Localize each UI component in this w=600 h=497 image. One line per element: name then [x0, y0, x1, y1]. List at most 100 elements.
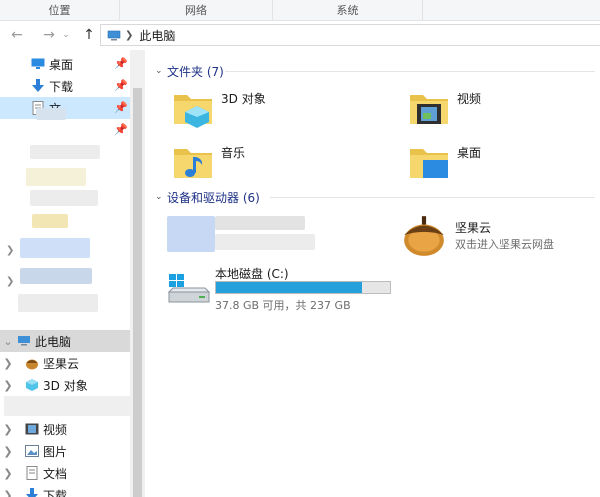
section-divider [270, 197, 595, 198]
folder-3d-objects[interactable]: 3D 对象 [171, 86, 266, 130]
recent-locations-button[interactable]: ⌄ [60, 24, 72, 46]
drive-c-label: 本地磁盘 (C:) [215, 267, 289, 281]
back-button[interactable]: ← [6, 24, 28, 46]
nav-item-downloads[interactable]: 下载 📌 [0, 75, 130, 97]
arrow-left-icon: ← [11, 27, 23, 43]
nav-item-nutstore[interactable]: ❯ 坚果云 [0, 352, 130, 374]
nav-item-3d-objects[interactable]: ❯ 3D 对象 [0, 374, 130, 396]
arrow-right-icon: → [43, 27, 55, 43]
3d-objects-icon [24, 377, 40, 393]
nav-item-downloads-pc[interactable]: ❯ 下载 [0, 484, 130, 497]
blurred-content [30, 190, 98, 206]
nav-item-label: 下载 [49, 79, 74, 94]
content-area: ⌄ 文件夹 (7) 3D 对象 视频 音乐 桌面 ⌄ 设备和驱动器 (6) 坚果… [145, 50, 600, 497]
nav-item-pictures[interactable]: ❯ 图片 [0, 440, 130, 462]
nav-item-label: 下载 [43, 488, 68, 497]
nav-item-label: 3D 对象 [43, 378, 88, 393]
ribbon-group-location: 位置 [0, 0, 120, 21]
blurred-content [20, 238, 90, 258]
3d-objects-folder-icon [174, 95, 212, 128]
nutstore-subtitle: 双击进入坚果云网盘 [455, 237, 554, 251]
folders-section-header[interactable]: ⌄ 文件夹 (7) [155, 62, 224, 80]
chevron-right-icon: ❯ [3, 356, 13, 370]
chevron-right-icon: ❯ [3, 466, 13, 480]
download-icon [30, 78, 46, 94]
folder-label: 3D 对象 [221, 91, 266, 106]
computer-icon [107, 30, 121, 40]
nav-item-label: 坚果云 [43, 356, 80, 371]
nutstore-drive[interactable]: 坚果云 双击进入坚果云网盘 [401, 212, 554, 258]
nutstore-icon [24, 355, 40, 371]
folder-music[interactable]: 音乐 [171, 140, 245, 184]
forward-button[interactable]: → [38, 24, 60, 46]
music-folder-icon [174, 149, 212, 178]
scrollbar-thumb[interactable] [133, 88, 142, 497]
section-divider [225, 71, 595, 72]
pictures-icon [24, 443, 40, 459]
folder-videos[interactable]: 视频 [407, 86, 481, 130]
devices-section-title: 设备和驱动器 (6) [167, 190, 260, 205]
desktop-folder-icon [410, 149, 448, 178]
breadcrumb-this-pc[interactable]: 此电脑 [139, 27, 175, 44]
blurred-device-icon [167, 216, 215, 252]
blurred-content [215, 234, 315, 250]
documents-icon [24, 465, 40, 481]
folder-desktop[interactable]: 桌面 [407, 140, 481, 184]
videos-icon [24, 421, 40, 437]
blurred-content [215, 216, 305, 230]
download-icon [24, 487, 40, 497]
pin-icon: 📌 [114, 101, 128, 114]
nav-item-redacted[interactable]: 📌 [0, 119, 130, 141]
nutstore-icon [404, 216, 444, 256]
drive-c-usage-bar [215, 281, 391, 294]
ribbon-group-empty [423, 0, 600, 21]
blurred-content [30, 145, 100, 159]
local-disk-icon [167, 274, 211, 303]
videos-folder-icon [410, 95, 448, 124]
folder-label: 桌面 [457, 145, 482, 160]
pin-icon: 📌 [114, 123, 128, 136]
blurred-content [26, 168, 86, 186]
pin-icon: 📌 [114, 57, 128, 70]
nav-item-label: 文档 [43, 466, 68, 481]
folder-label: 视频 [457, 91, 482, 106]
nutstore-label: 坚果云 [455, 220, 492, 235]
chevron-right-icon[interactable]: ❯ [6, 245, 14, 256]
blurred-content [4, 396, 134, 416]
nav-item-label: 桌面 [49, 57, 74, 72]
navigation-row: ← → ⌄ ↑ ❯ 此电脑 [0, 21, 600, 49]
nav-item-desktop[interactable]: 桌面 📌 [0, 53, 130, 75]
ribbon-group-labels: 位置 网络 系统 [0, 0, 600, 21]
drive-c-usage-fill [216, 282, 363, 293]
desktop-icon [30, 56, 46, 72]
folders-section-title: 文件夹 (7) [167, 64, 224, 79]
arrow-up-icon: ↑ [83, 27, 95, 43]
nav-item-label: 视频 [43, 422, 68, 437]
blurred-content [36, 108, 66, 120]
chevron-right-icon: ❯ [3, 444, 13, 458]
chevron-right-icon[interactable]: ❯ [6, 276, 14, 287]
nav-item-this-pc[interactable]: ⌄ 此电脑 [0, 330, 130, 352]
breadcrumb-separator-icon: ❯ [125, 29, 134, 41]
nav-item-label: 此电脑 [35, 334, 72, 349]
blurred-content [18, 294, 98, 312]
computer-icon [16, 333, 32, 349]
ribbon-group-system: 系统 [273, 0, 423, 21]
drive-c-status: 37.8 GB 可用，共 237 GB [215, 299, 351, 312]
chevron-down-icon: ⌄ [3, 334, 13, 348]
address-bar[interactable]: ❯ 此电脑 [100, 24, 600, 46]
chevron-right-icon: ❯ [3, 422, 13, 436]
nav-item-documents-pc[interactable]: ❯ 文档 [0, 462, 130, 484]
navigation-pane: 桌面 📌 下载 📌 文 📌 📌 ❯ ❯ ⌄ 此电脑 ❯ [0, 50, 145, 497]
pin-icon: 📌 [114, 79, 128, 92]
nav-item-videos[interactable]: ❯ 视频 [0, 418, 130, 440]
blurred-content [20, 268, 92, 284]
ribbon-group-network: 网络 [120, 0, 273, 21]
up-button[interactable]: ↑ [78, 24, 100, 46]
devices-section-header[interactable]: ⌄ 设备和驱动器 (6) [155, 188, 260, 206]
blurred-content [32, 214, 68, 228]
chevron-down-icon: ⌄ [155, 192, 163, 202]
chevron-right-icon: ❯ [3, 378, 13, 392]
chevron-right-icon: ❯ [3, 488, 13, 497]
chevron-down-icon: ⌄ [155, 66, 163, 76]
